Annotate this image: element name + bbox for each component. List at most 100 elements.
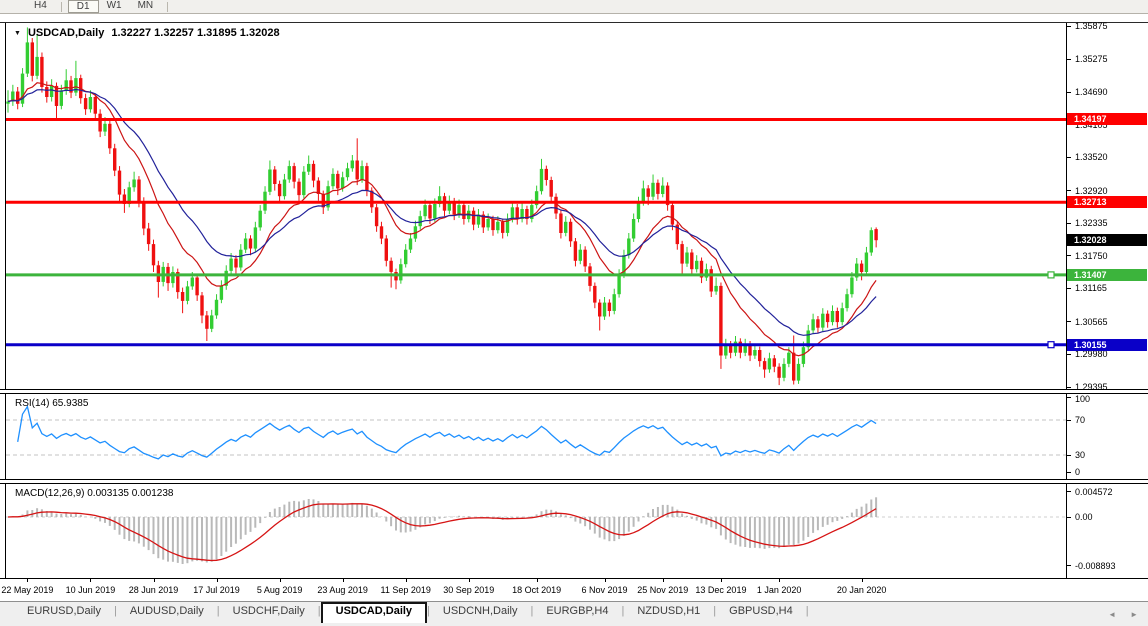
level-price-tag: 1.31407 (1067, 269, 1147, 281)
date-axis-tick (90, 579, 91, 582)
rsi-axis-tick (1067, 455, 1071, 456)
tab-scroll-controls: ◄ ► (1108, 610, 1138, 619)
chart-dropdown-icon[interactable]: ▼ (14, 30, 21, 37)
date-label: 13 Dec 2019 (695, 585, 746, 595)
chart-tab-bar: EURUSD,Daily|AUDUSD,Daily|USDCHF,Daily|U… (0, 601, 1148, 626)
rsi-axis-tick (1067, 397, 1071, 398)
date-axis-tick (280, 579, 281, 582)
date-label: 10 Jun 2019 (66, 585, 116, 595)
price-axis-tick (1067, 92, 1071, 93)
price-tick-label: 1.30565 (1075, 317, 1108, 327)
tab-scroll-left-icon[interactable]: ◄ (1108, 610, 1116, 619)
chart-tab-gbpusd-h4[interactable]: GBPUSD,H4 (716, 602, 806, 622)
macd-panel[interactable]: MACD(12,26,9) 0.003135 0.001238 (5, 484, 1067, 578)
rsi-panel[interactable]: RSI(14) 65.9385 (5, 394, 1067, 479)
chart-tab-nzdusd-h1[interactable]: NZDUSD,H1 (624, 602, 713, 622)
price-axis-tick (1067, 59, 1071, 60)
price-axis-tick (1067, 321, 1071, 322)
rsi-axis-tick (1067, 420, 1071, 421)
date-label: 23 Aug 2019 (317, 585, 368, 595)
timeframe-toolbar: H4 D1W1MN (0, 0, 1148, 14)
date-axis-tick (779, 579, 780, 582)
date-label: 6 Nov 2019 (582, 585, 628, 595)
chart-tab-eurgbp-h4[interactable]: EURGBP,H4 (533, 602, 621, 622)
price-axis-tick (1067, 223, 1071, 224)
price-axis-tick (1067, 387, 1071, 388)
chart-tab-usdcnh-daily[interactable]: USDCNH,Daily (430, 602, 531, 622)
price-axis-tick (1067, 26, 1071, 27)
macd-histogram (8, 497, 876, 564)
candlestick-series[interactable] (6, 27, 878, 385)
price-axis-tick (1067, 255, 1071, 256)
price-tick-label: 1.33520 (1075, 152, 1108, 162)
rsi-axis[interactable]: 100 70 30 0 (1067, 394, 1148, 479)
macd-tick-label: 0.004572 (1075, 487, 1113, 497)
chart-tab-audusd-daily[interactable]: AUDUSD,Daily (117, 602, 217, 622)
macd-axis-tick (1067, 517, 1071, 518)
support-line-green-handle[interactable] (1048, 272, 1054, 278)
price-tick-label: 1.29980 (1075, 349, 1108, 359)
date-axis-tick (27, 579, 28, 582)
date-axis[interactable]: 22 May 2019 10 Jun 2019 28 Jun 2019 17 Jul … (0, 578, 1148, 601)
price-axis-tick (1067, 157, 1071, 158)
date-label: 25 Nov 2019 (637, 585, 688, 595)
chart-title-row: ▼ USDCAD,Daily 1.32227 1.32257 1.31895 1… (14, 27, 280, 39)
date-label: 20 Jan 2020 (837, 585, 887, 595)
tab-scroll-right-icon[interactable]: ► (1130, 610, 1138, 619)
support-line-blue-handle[interactable] (1048, 342, 1054, 348)
price-axis[interactable]: 1.358751.352751.346901.341051.335201.329… (1067, 23, 1148, 390)
price-tick-label: 1.31165 (1075, 283, 1107, 293)
date-axis-tick (406, 579, 407, 582)
date-label: 28 Jun 2019 (129, 585, 179, 595)
date-axis-tick (469, 579, 470, 582)
date-label: 5 Aug 2019 (257, 585, 303, 595)
price-axis-tick (1067, 190, 1071, 191)
chart-ohlc-quote: 1.32227 1.32257 1.31895 1.32028 (111, 27, 279, 39)
level-price-tag: 1.30155 (1067, 339, 1147, 351)
date-label: 1 Jan 2020 (757, 585, 802, 595)
level-price-tag: 1.32713 (1067, 196, 1147, 208)
level-price-tag: 1.34197 (1067, 113, 1147, 125)
ma-fast-line[interactable] (8, 83, 876, 356)
price-axis-tick (1067, 354, 1071, 355)
timeframe-button-w1[interactable]: W1 (99, 0, 130, 13)
rsi-tick-label: 100 (1075, 394, 1090, 404)
date-axis-tick (217, 579, 218, 582)
chart-tab-usdcad-daily[interactable]: USDCAD,Daily (321, 602, 427, 623)
toolbar-separator (167, 2, 168, 12)
price-tick-label: 1.34690 (1075, 87, 1108, 97)
chart-tabs: EURUSD,Daily|AUDUSD,Daily|USDCHF,Daily|U… (0, 602, 1148, 623)
macd-axis[interactable]: 0.0045720.00-0.008893 (1067, 484, 1148, 578)
chart-symbol-title: USDCAD,Daily (28, 27, 104, 39)
trading-platform-window: H4 D1W1MN ▼ USDCAD,Daily 1.32227 1.32257 … (0, 0, 1148, 626)
chart-tab-eurusd-daily[interactable]: EURUSD,Daily (14, 602, 114, 622)
timeframe-button-h4[interactable]: H4 (26, 0, 55, 13)
rsi-indicator-label: RSI(14) 65.9385 (15, 398, 88, 409)
main-chart-panel[interactable]: ▼ USDCAD,Daily 1.32227 1.32257 1.31895 1… (5, 23, 1067, 390)
macd-indicator-label: MACD(12,26,9) 0.003135 0.001238 (15, 488, 173, 499)
ma-slow-line[interactable] (8, 90, 876, 336)
macd-axis-tick (1067, 565, 1071, 566)
current-price-tag: 1.32028 (1067, 234, 1147, 246)
main-chart-canvas[interactable] (6, 23, 1066, 390)
macd-tick-label: -0.008893 (1075, 561, 1116, 571)
date-axis-tick (343, 579, 344, 582)
price-tick-label: 1.32920 (1075, 186, 1108, 196)
timeframe-button-d1[interactable]: D1 (68, 0, 99, 13)
date-label: 17 Jul 2019 (193, 585, 240, 595)
date-label: 11 Sep 2019 (380, 585, 430, 595)
rsi-canvas[interactable] (6, 394, 1066, 479)
price-tick-label: 1.32335 (1075, 218, 1108, 228)
date-label: 22 May 2019 (1, 585, 53, 595)
rsi-tick-label: 0 (1075, 467, 1080, 477)
date-label: 18 Oct 2019 (512, 585, 561, 595)
date-axis-tick (605, 579, 606, 582)
chart-tab-usdchf-daily[interactable]: USDCHF,Daily (220, 602, 318, 622)
tab-divider: | (806, 602, 809, 617)
rsi-tick-label: 70 (1075, 415, 1085, 425)
price-tick-label: 1.35875 (1075, 21, 1108, 31)
timeframe-button-mn[interactable]: MN (130, 0, 162, 13)
date-axis-tick (537, 579, 538, 582)
rsi-tick-label: 30 (1075, 450, 1085, 460)
date-label: 30 Sep 2019 (443, 585, 494, 595)
